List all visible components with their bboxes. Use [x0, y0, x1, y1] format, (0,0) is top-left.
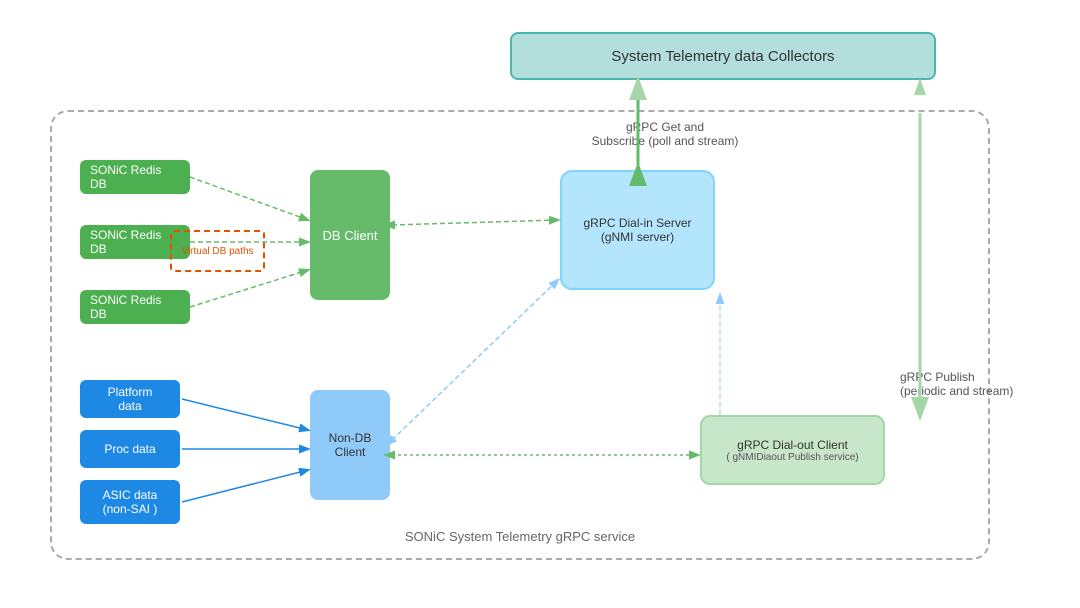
redis-db-1: SONiC Redis DB [80, 160, 190, 194]
main-border: SONiC System Telemetry gRPC service [50, 110, 990, 560]
diagram-container: System Telemetry data Collectors SONiC S… [0, 0, 1080, 608]
sonic-label: SONiC System Telemetry gRPC service [405, 529, 635, 544]
asic-data-box: ASIC data(non-SAI ) [80, 480, 180, 524]
nondb-client: Non-DBClient [310, 390, 390, 500]
grpc-dialin-server: gRPC Dial-in Server(gNMI server) [560, 170, 715, 290]
grpc-publish-label: gRPC Publish(periodic and stream) [900, 370, 1060, 398]
grpc-dialout-client: gRPC Dial-out Client ( gNMIDiaout Publis… [700, 415, 885, 485]
grpc-get-label: gRPC Get andSubscribe (poll and stream) [590, 120, 740, 148]
db-client: DB Client [310, 170, 390, 300]
redis-db-3: SONiC Redis DB [80, 290, 190, 324]
proc-data-box: Proc data [80, 430, 180, 468]
platform-data-box: Platformdata [80, 380, 180, 418]
virtual-db-box: Virtual DB paths [170, 230, 265, 272]
collectors-box: System Telemetry data Collectors [510, 32, 936, 80]
collectors-label: System Telemetry data Collectors [611, 48, 834, 65]
